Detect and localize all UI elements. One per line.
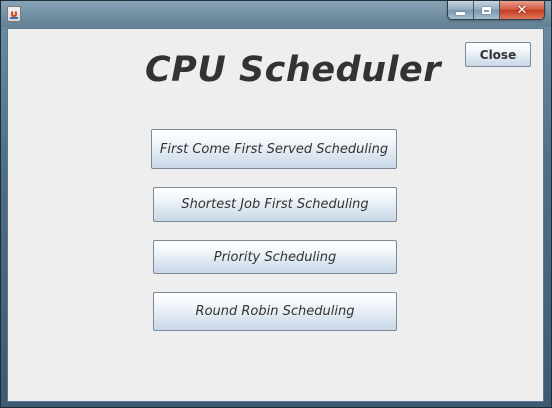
maximize-icon — [482, 6, 491, 14]
window-close-button[interactable]: ✕ — [500, 1, 544, 19]
round-robin-scheduling-button[interactable]: Round Robin Scheduling — [153, 292, 397, 331]
priority-scheduling-button[interactable]: Priority Scheduling — [153, 240, 397, 274]
fcfs-scheduling-button[interactable]: First Come First Served Scheduling — [151, 129, 397, 169]
java-app-icon[interactable] — [7, 6, 21, 22]
window-frame: ✕ CPU Scheduler Close First Come First S… — [0, 0, 552, 408]
title-bar: ✕ — [1, 1, 551, 27]
window-controls: ✕ — [447, 1, 545, 20]
app-panel: CPU Scheduler Close First Come First Ser… — [7, 28, 544, 402]
close-icon: ✕ — [516, 2, 528, 18]
page-title: CPU Scheduler — [145, 50, 442, 90]
sjf-scheduling-button[interactable]: Shortest Job First Scheduling — [153, 187, 397, 222]
maximize-button[interactable] — [474, 1, 500, 19]
minimize-button[interactable] — [448, 1, 474, 19]
minimize-icon — [456, 11, 465, 15]
close-button[interactable]: Close — [465, 42, 531, 67]
